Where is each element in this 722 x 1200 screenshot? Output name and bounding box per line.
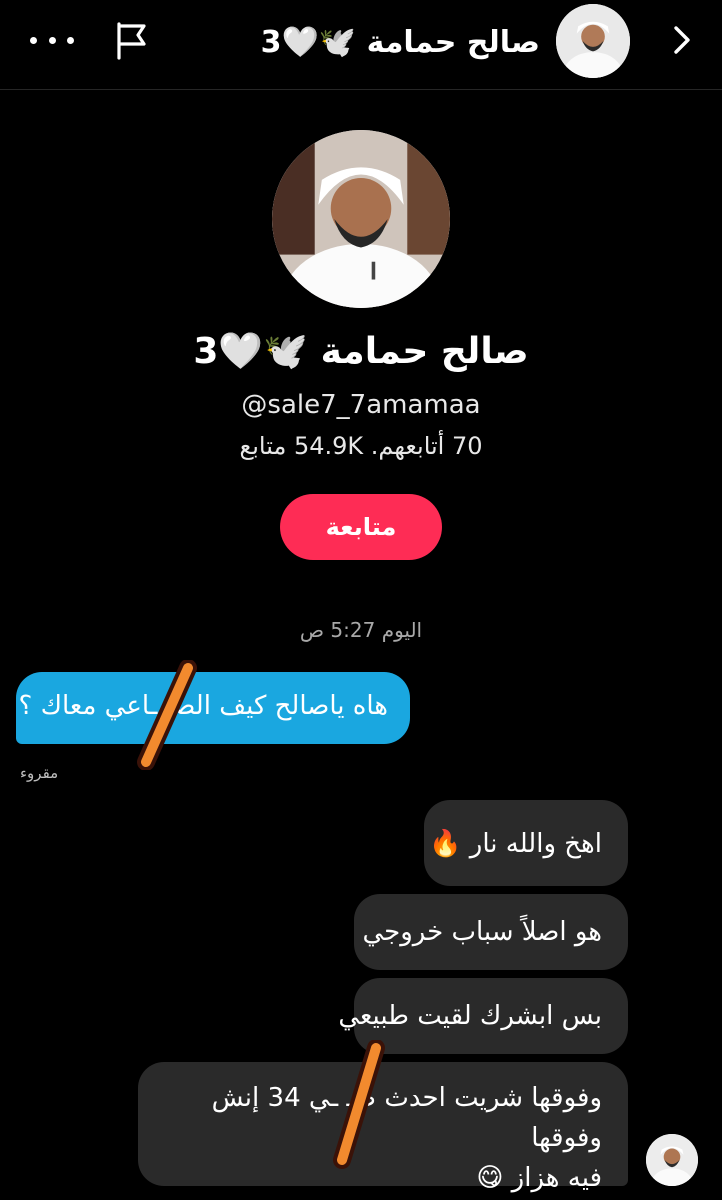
header-title[interactable]: صالح حمامة 🕊️🤍3	[261, 18, 540, 66]
avatar-image	[646, 1134, 698, 1186]
avatar-image	[272, 130, 450, 308]
profile-handle: @sale7_7amamaa	[241, 390, 481, 420]
header-avatar[interactable]	[556, 4, 630, 78]
profile-name: صالح حمامة 🕊️🤍3	[193, 331, 529, 372]
redaction-mark	[333, 1040, 385, 1169]
avatar-image	[556, 4, 630, 78]
more-options-button[interactable]	[30, 22, 74, 58]
redaction-mark	[137, 660, 197, 770]
read-receipt: مقروء	[20, 764, 59, 782]
profile-stats: 70 أتابعهم. 54.9K متابع	[239, 432, 483, 460]
sender-avatar[interactable]	[646, 1134, 698, 1186]
message-timestamp: اليوم 5:27 ص	[299, 618, 423, 642]
more-icon-dot	[67, 36, 74, 44]
more-icon-dot	[48, 36, 56, 44]
outgoing-message[interactable]: هاه ياصالح كيف الصـ ـاعي معاك ؟	[16, 672, 410, 744]
chat-header: صالح حمامة 🕊️🤍3	[0, 0, 722, 90]
profile-avatar[interactable]	[272, 130, 450, 308]
incoming-message[interactable]: هو اصلاً سباب خروجي	[354, 894, 628, 970]
flag-icon[interactable]	[110, 18, 154, 62]
more-icon-dot	[30, 36, 37, 44]
incoming-message[interactable]: اهخ والله نار 🔥	[424, 800, 628, 886]
follow-button[interactable]: متابعة	[280, 494, 442, 560]
incoming-message[interactable]: بس ابشرك لقيت طبيعي	[338, 978, 628, 1054]
chevron-right-icon[interactable]	[664, 22, 700, 58]
